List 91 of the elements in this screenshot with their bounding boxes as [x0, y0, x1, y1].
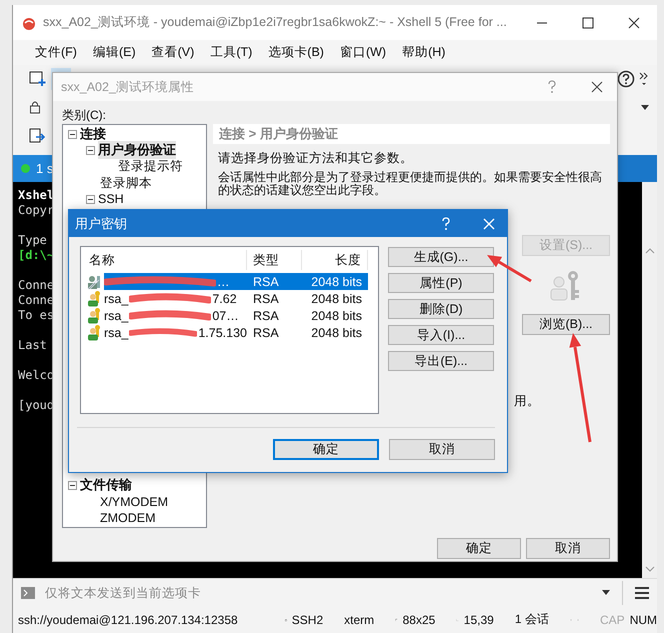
close-icon[interactable] [591, 81, 603, 93]
new-session-icon[interactable] [29, 71, 47, 87]
collapse-icon[interactable] [68, 130, 77, 139]
user-key-icon [87, 290, 103, 306]
key-type-text: RSA [252, 292, 280, 306]
redaction-mark [129, 326, 198, 338]
key-name-text: rsa_ [104, 326, 128, 340]
key-length-text: 2048 bits [310, 274, 363, 288]
collapse-icon[interactable] [86, 146, 95, 155]
user-key-icon [87, 324, 103, 340]
arrow-annotation [487, 255, 532, 282]
menu-item[interactable]: 帮助(H) [394, 44, 454, 61]
column-header[interactable]: 类型 [247, 250, 302, 270]
dropdown-caret-icon[interactable] [602, 590, 610, 595]
terminal-line: Xshel [18, 188, 54, 203]
terminal-icon [21, 586, 35, 598]
terminal-size-label: 88x25 [402, 612, 436, 626]
tree-item[interactable]: 用户身份验证 [98, 141, 176, 160]
terminal-line: Copyr [18, 203, 54, 218]
key-row[interactable]: rsa_ 7.62 RSA 2048 bits [104, 290, 368, 307]
menu-item[interactable]: 文件(F) [27, 44, 85, 61]
terminal-line: Conne [18, 293, 54, 308]
tree-item[interactable]: ZMODEM [100, 510, 156, 525]
menu-item[interactable]: 查看(V) [144, 44, 202, 61]
terminal-line: Conne [18, 278, 54, 293]
key-name-text: 07… [212, 308, 239, 322]
column-header[interactable]: 名称 [87, 250, 247, 270]
column-header[interactable]: 长度 [302, 250, 368, 270]
key-length-text: 2048 bits [310, 292, 363, 306]
key-type-text: RSA [252, 326, 280, 340]
key-row[interactable]: rsa_ 07… RSA 2048 bits [104, 307, 368, 324]
key-name-text: rsa_ [104, 292, 128, 306]
key-name-text: rsa_ [104, 308, 128, 322]
collapse-icon[interactable] [86, 194, 95, 204]
key-action-button[interactable]: 生成(G)... [388, 247, 494, 267]
key-row[interactable]: … RSA 2048 bits [104, 273, 368, 290]
tree-item[interactable]: 登录提示符 [118, 158, 183, 176]
cancel-button[interactable]: 取消 [526, 538, 610, 559]
category-label: 类别(C): [62, 107, 107, 124]
key-action-button[interactable]: 导出(E)... [388, 351, 494, 371]
key-row[interactable]: rsa_ 1.75.130 RSA 2048 bits [104, 324, 368, 341]
connection-address: ssh://youdemai@121.196.207.134:12358 [18, 612, 238, 626]
cancel-button[interactable]: 取消 [389, 439, 495, 460]
browse-button[interactable]: 浏览(B)... [522, 314, 610, 335]
lock-icon [29, 100, 41, 114]
section-heading: 连接 > 用户身份验证 [213, 124, 610, 144]
num-lock-indicator: NUM [630, 612, 658, 626]
protocol-label: SSH2 [292, 612, 324, 626]
ok-button[interactable]: 确定 [273, 439, 379, 460]
user-key-icon [87, 308, 103, 324]
key-name-text: 1.75.130 [198, 326, 247, 340]
key-name-text: … [217, 274, 230, 288]
dropdown-caret-icon[interactable] [641, 104, 649, 110]
ok-button[interactable]: 确定 [437, 538, 521, 559]
tree-item[interactable]: X/YMODEM [100, 494, 168, 509]
terminal-line: [d:\~ [18, 248, 54, 263]
user-key-icon [87, 274, 103, 290]
send-icon[interactable] [29, 128, 45, 144]
tree-item[interactable]: SSH [98, 192, 124, 206]
key-action-button[interactable]: 属性(P) [388, 273, 494, 293]
terminal-type-label: xterm [344, 612, 374, 626]
key-type-text: RSA [252, 308, 280, 322]
partial-text: 用。 [514, 393, 540, 410]
menu-item[interactable]: 工具(T) [202, 44, 260, 61]
menu-item[interactable]: 窗口(W) [332, 44, 394, 61]
overflow-chevron-icon[interactable] [639, 71, 649, 87]
key-action-button[interactable]: 导入(I)... [388, 325, 494, 345]
dialog-title: sxx_A02_测试环境属性 [61, 78, 195, 96]
terminal-line: Type [18, 233, 47, 248]
tree-item[interactable]: 连接 [80, 125, 106, 144]
key-length-text: 2048 bits [310, 308, 363, 322]
key-name-text: 7.62 [212, 292, 237, 306]
tree-item[interactable]: 登录脚本 [100, 174, 152, 192]
intro-text: 请选择身份验证方法和其它参数。 [217, 150, 414, 167]
key-type-text: RSA [252, 274, 280, 288]
menu-icon[interactable] [635, 586, 649, 598]
cursor-position-label: 15,39 [464, 612, 494, 626]
description-text: 会话属性中此部分是为了登录过程更便捷而提供的。如果需要安全性很高的状态的话建议您空出此字段。 [217, 171, 603, 197]
tree-item[interactable]: 文件传输 [80, 476, 132, 494]
key-length-text: 2048 bits [310, 326, 363, 340]
key-action-button[interactable]: 删除(D) [388, 299, 494, 319]
menu-item[interactable]: 选项卡(B) [260, 44, 332, 61]
collapse-icon[interactable] [68, 480, 77, 490]
menu-item[interactable]: 编辑(E) [84, 44, 144, 61]
window-title: sxx_A02_测试环境 - youdemai@iZbp1e2i7regbr1sa6kwokZ:~ - Xshell 5 (Free for ... [43, 14, 508, 31]
send-text-field[interactable]: 仅将文本发送到当前选项卡 [43, 584, 594, 600]
terminal-line: Last [18, 338, 47, 353]
session-count-label: 1 会话 [514, 611, 549, 628]
caps-lock-indicator: CAP [600, 612, 625, 626]
dialog-title: 用户密钥 [75, 214, 128, 232]
help-icon[interactable] [617, 70, 635, 88]
